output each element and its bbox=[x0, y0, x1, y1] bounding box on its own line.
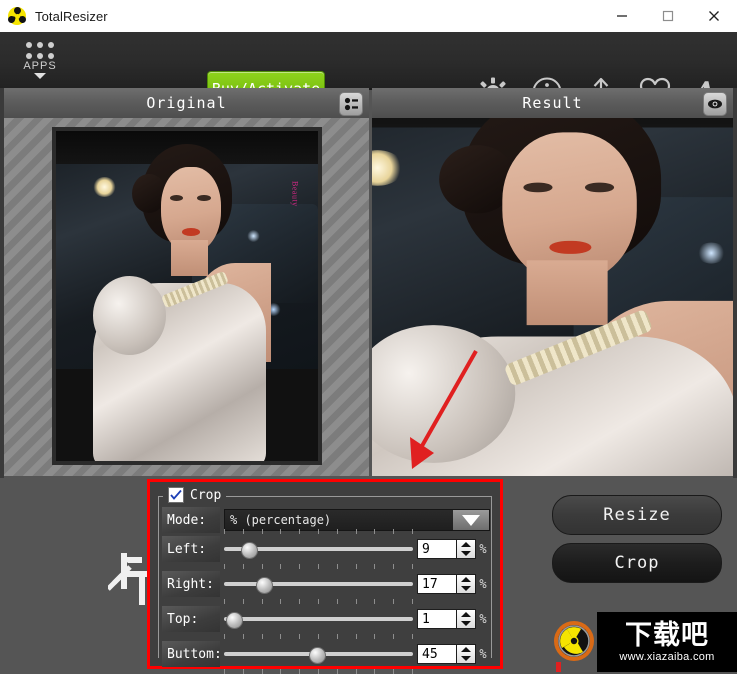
title-bar: TotalResizer bbox=[0, 0, 737, 33]
resize-button[interactable]: Resize bbox=[552, 495, 722, 535]
eye-icon[interactable] bbox=[703, 92, 727, 116]
top-slider[interactable] bbox=[224, 599, 413, 639]
bottom-stepper[interactable] bbox=[457, 644, 476, 664]
minimize-icon[interactable] bbox=[599, 0, 645, 32]
original-panel-header: Original bbox=[4, 88, 369, 118]
tick-marks bbox=[224, 634, 413, 639]
bottom-value-input[interactable]: 45 bbox=[417, 644, 457, 664]
original-photo: Beauty bbox=[52, 127, 322, 465]
bottom-label: Buttom: bbox=[162, 641, 222, 667]
right-slider[interactable] bbox=[224, 564, 413, 604]
crop-settings-panel: Crop Mode: % (percentage) Left: 9 % Righ… bbox=[147, 479, 503, 674]
slider-track bbox=[224, 617, 413, 621]
chevron-down-icon bbox=[34, 72, 46, 79]
action-buttons: Resize Crop bbox=[552, 495, 722, 591]
result-photo bbox=[372, 118, 733, 476]
watermark-text: 下载吧 bbox=[625, 620, 709, 651]
bottom-slider[interactable] bbox=[224, 634, 413, 674]
radiation-hazard-icon bbox=[7, 5, 27, 25]
tick-marks bbox=[224, 564, 413, 569]
mode-value: % (percentage) bbox=[230, 513, 332, 527]
tick-marks bbox=[224, 599, 413, 604]
watermark-url: www.xiazaiba.com bbox=[619, 651, 715, 663]
tick-marks bbox=[224, 529, 413, 534]
unit-percent: % bbox=[479, 577, 487, 591]
slider-thumb[interactable] bbox=[256, 577, 274, 594]
mode-label: Mode: bbox=[162, 507, 220, 533]
slider-row-bottom: Buttom: 45 % bbox=[162, 634, 490, 674]
unit-percent: % bbox=[479, 612, 487, 626]
crop-enable-label: Crop bbox=[190, 487, 222, 503]
window-controls bbox=[599, 0, 737, 32]
slider-thumb[interactable] bbox=[309, 647, 327, 664]
red-marker bbox=[556, 662, 561, 672]
right-value-input[interactable]: 17 bbox=[417, 574, 457, 594]
left-label: Left: bbox=[162, 536, 220, 562]
maximize-icon[interactable] bbox=[645, 0, 691, 32]
slider-row-left: Left: 9 % bbox=[162, 529, 490, 569]
main-toolbar: APPS Buy/Activate bbox=[0, 32, 737, 109]
crop-button[interactable]: Crop bbox=[552, 543, 722, 583]
right-label: Right: bbox=[162, 571, 220, 597]
checkbox-box bbox=[168, 487, 184, 503]
chevron-down-icon[interactable] bbox=[453, 510, 489, 530]
window-title: TotalResizer bbox=[35, 8, 108, 24]
slider-thumb[interactable] bbox=[241, 542, 258, 559]
mode-select[interactable]: % (percentage) bbox=[224, 509, 490, 531]
right-stepper[interactable] bbox=[457, 574, 476, 594]
crop-enable-checkbox[interactable]: Crop bbox=[163, 487, 227, 503]
original-panel-title: Original bbox=[146, 94, 227, 112]
slider-row-top: Top: 1 % bbox=[162, 599, 490, 639]
left-value-input[interactable]: 9 bbox=[417, 539, 457, 559]
left-slider[interactable] bbox=[224, 529, 413, 569]
slider-track bbox=[224, 582, 413, 586]
photo-signature: Beauty bbox=[290, 180, 300, 207]
unit-percent: % bbox=[479, 542, 487, 556]
apps-label: APPS bbox=[23, 59, 57, 72]
result-canvas[interactable] bbox=[372, 118, 733, 476]
apps-grid-icon bbox=[26, 41, 54, 59]
preview-panels: Original Result Beauty bbox=[0, 88, 737, 478]
result-panel-title: Result bbox=[522, 94, 583, 112]
top-stepper[interactable] bbox=[457, 609, 476, 629]
site-watermark: 下载吧 www.xiazaiba.com bbox=[597, 612, 737, 672]
apps-menu-button[interactable]: APPS bbox=[12, 36, 68, 84]
app-window: TotalResizer APPS Buy/Activate bbox=[0, 0, 737, 674]
slider-row-right: Right: 17 % bbox=[162, 564, 490, 604]
close-icon[interactable] bbox=[691, 0, 737, 32]
result-panel-header: Result bbox=[372, 88, 733, 118]
top-label: Top: bbox=[162, 606, 220, 632]
unit-percent: % bbox=[479, 647, 487, 661]
top-value-input[interactable]: 1 bbox=[417, 609, 457, 629]
left-stepper[interactable] bbox=[457, 539, 476, 559]
radiation-hazard-icon bbox=[553, 620, 595, 662]
layout-list-icon[interactable] bbox=[339, 92, 363, 116]
slider-thumb[interactable] bbox=[225, 612, 243, 629]
original-canvas[interactable]: Beauty bbox=[4, 118, 369, 476]
